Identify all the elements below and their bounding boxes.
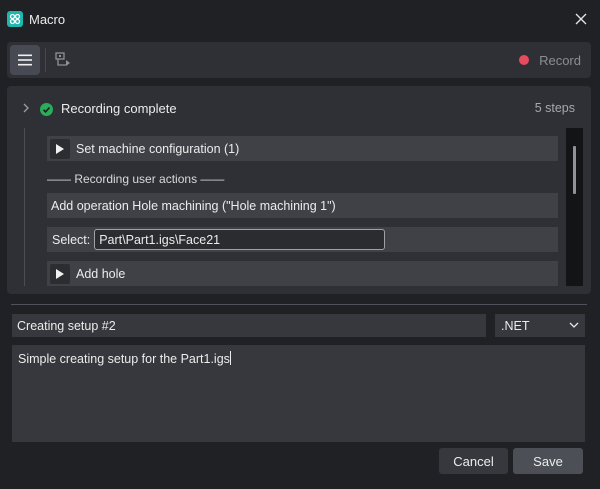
step-label: Add operation Hole machining ("Hole mach… (51, 198, 336, 213)
step-label: Set machine configuration (1) (76, 141, 240, 156)
run-macro-button[interactable] (51, 48, 75, 72)
language-value: .NET (501, 318, 530, 333)
step-group-heading: —— Recording user actions —— (47, 172, 225, 186)
play-icon[interactable] (50, 263, 70, 284)
splitter-divider[interactable] (11, 304, 587, 305)
close-button[interactable] (570, 8, 592, 30)
record-button[interactable]: Record (519, 51, 581, 69)
select-label: Select: (52, 232, 91, 247)
menu-button[interactable] (10, 45, 40, 75)
play-icon[interactable] (50, 138, 70, 159)
macro-name-input[interactable] (12, 314, 486, 337)
step-row[interactable]: Add operation Hole machining ("Hole mach… (47, 193, 558, 218)
step-row[interactable]: Set machine configuration (1) (47, 136, 558, 161)
scrollbar-thumb[interactable] (573, 146, 576, 194)
window-title: Macro (29, 12, 66, 27)
scrollbar[interactable] (566, 128, 583, 286)
toolbar: Record (7, 42, 591, 78)
title-bar: Macro (0, 0, 600, 38)
chevron-down-icon (569, 322, 579, 328)
step-count: 5 steps (534, 101, 575, 115)
run-macro-icon (55, 52, 70, 66)
toolbar-separator (45, 48, 46, 72)
language-select[interactable]: .NET (495, 314, 585, 337)
close-icon (575, 13, 587, 25)
check-circle-icon (40, 103, 53, 116)
description-textarea[interactable]: Simple creating setup for the Part1.igs (12, 345, 585, 442)
tree-guide-line (24, 128, 25, 286)
chevron-right-icon[interactable] (21, 102, 31, 114)
step-label: Add hole (76, 266, 126, 281)
recording-status: Recording complete (61, 101, 177, 116)
recording-panel: Recording complete 5 steps Set machine c… (7, 86, 591, 294)
description-text: Simple creating setup for the Part1.igs (18, 352, 230, 366)
selection-field[interactable] (94, 229, 386, 250)
hamburger-menu-icon (18, 54, 32, 66)
step-row: Select: (47, 227, 558, 252)
cancel-button[interactable]: Cancel (439, 448, 508, 474)
record-label: Record (539, 52, 581, 68)
step-row[interactable]: Add hole (47, 261, 558, 286)
save-button[interactable]: Save (513, 448, 583, 474)
macro-app-icon (7, 11, 23, 27)
text-caret (229, 351, 231, 365)
record-dot-icon (519, 55, 530, 65)
